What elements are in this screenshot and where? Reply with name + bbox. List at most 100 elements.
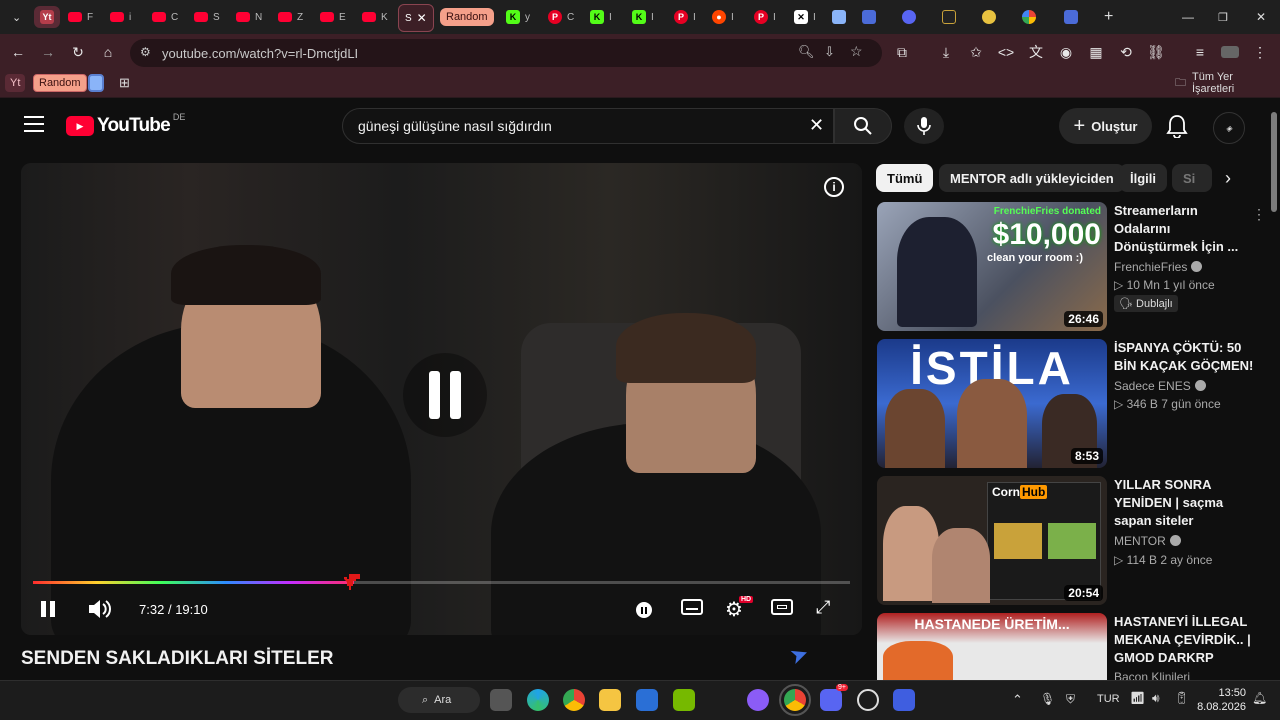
translate-button[interactable]: 文 <box>1026 42 1046 62</box>
suggestion-thumbnail[interactable]: HASTANEDE ÜRETİM... <box>877 613 1107 680</box>
task-view-icon[interactable] <box>490 689 512 711</box>
avatar[interactable]: ◈ <box>1213 112 1245 144</box>
hamburger-menu-icon[interactable] <box>24 116 44 132</box>
suggestion-thumbnail[interactable]: FrenchieFries donated $10,000 clean your… <box>877 202 1107 331</box>
tab-youtube-6[interactable]: Z <box>272 6 309 28</box>
extensions-button[interactable]: ⧉ <box>892 42 912 62</box>
tab-discord[interactable] <box>896 6 922 28</box>
notifications-button[interactable] <box>1166 114 1188 143</box>
history-button[interactable]: ⟲ <box>1116 42 1136 62</box>
chips-next-button[interactable]: › <box>1212 164 1244 192</box>
suggestion-menu-icon[interactable]: ⋮ <box>1252 206 1266 223</box>
taskbar-search[interactable]: ⌕ Ara <box>398 687 480 713</box>
clock[interactable]: 13:50 8.08.2026 <box>1196 686 1246 714</box>
tab-youtube-5[interactable]: N <box>230 6 268 28</box>
suggestion-channel[interactable]: FrenchieFries <box>1114 260 1203 274</box>
link-button[interactable]: ⛓ <box>1146 42 1166 62</box>
pause-button[interactable] <box>41 601 55 617</box>
steam-icon[interactable] <box>857 689 879 711</box>
zoom-icon[interactable]: 🔍︎ <box>798 44 815 60</box>
start-button[interactable] <box>364 688 386 710</box>
all-bookmarks-button[interactable]: 🗀 Tüm Yer İşaretleri <box>1170 71 1280 95</box>
chrome-icon[interactable] <box>563 689 585 711</box>
tab-youtube-7[interactable]: E <box>314 6 352 28</box>
tab-x[interactable]: ✕ I <box>788 6 822 28</box>
create-button[interactable]: + Oluştur <box>1059 108 1152 144</box>
bookmark-folder-icon[interactable] <box>88 74 104 92</box>
tab-pinned-yt[interactable]: Yt <box>34 6 60 28</box>
install-app-icon[interactable]: ⇩ <box>824 44 835 60</box>
page-scrollbar-thumb[interactable] <box>1271 112 1277 212</box>
discord-icon[interactable]: 9+ <box>820 684 848 711</box>
clear-search-icon[interactable]: ✕ <box>809 115 824 136</box>
site-info-icon[interactable]: ⚙ <box>140 45 151 59</box>
suggestion-thumbnail[interactable]: Corn Hub 20:54 <box>877 476 1107 605</box>
volume-tray-icon[interactable]: 🔊︎ <box>1152 691 1160 706</box>
theater-mode-button[interactable] <box>771 599 793 615</box>
suggestion-title[interactable]: Streamerların Odalarını Dönüştürmek İçin… <box>1114 202 1254 256</box>
dino-scrubber-handle[interactable] <box>344 573 364 591</box>
back-button[interactable]: ← <box>8 42 28 62</box>
suggestion-channel[interactable]: Sadece ENES <box>1114 379 1206 393</box>
tab-youtube-2[interactable]: i <box>104 6 137 28</box>
suggestion-title[interactable]: İSPANYA ÇÖKTÜ: 50 BİN KAÇAK GÖÇMEN! <box>1114 339 1254 375</box>
bookmark-star-icon[interactable]: ☆ <box>850 43 863 60</box>
reload-button[interactable]: ↻ <box>68 42 88 62</box>
edge-icon[interactable] <box>527 689 549 711</box>
suggestion-title[interactable]: YILLAR SONRA YENİDEN | saçma sapan sitel… <box>1114 476 1254 530</box>
tab-generic-5[interactable] <box>1058 6 1084 28</box>
close-window-button[interactable]: ✕ <box>1250 6 1272 28</box>
youtube-logo[interactable]: ▶ YouTube DE <box>66 112 185 137</box>
tray-overflow-icon[interactable]: ⌃ <box>1012 692 1023 708</box>
chip-all[interactable]: Tümü <box>876 164 934 192</box>
tab-generic-3[interactable] <box>936 6 962 28</box>
video-player[interactable]: i 7:32 / 19:10 ⚙ HD ⤢ <box>21 163 862 635</box>
tab-search-button[interactable]: ⌄ <box>6 6 27 28</box>
tab-group-random[interactable]: Random <box>440 8 494 26</box>
voice-search-button[interactable] <box>904 108 944 144</box>
tab-generic-4[interactable] <box>976 6 1002 28</box>
address-bar[interactable]: ⚙ youtube.com/watch?v=rl-DmctjdLI 🔍︎ ⇩ ☆ <box>130 39 882 67</box>
search-input[interactable]: güneşi gülüşüne nasıl sığdırdın ✕ <box>342 108 834 144</box>
microphone-tray-icon[interactable]: 🎙︎ <box>1040 692 1055 706</box>
bookmarks-button[interactable]: ✩ <box>966 42 986 62</box>
restore-button[interactable]: ❐ <box>1212 6 1234 28</box>
downloads-button[interactable]: ⤓ <box>936 42 956 62</box>
devtools-button[interactable]: <> <box>996 42 1016 62</box>
chip-related[interactable]: İlgili <box>1119 164 1167 192</box>
fullscreen-button[interactable]: ⤢ <box>816 597 830 618</box>
outlook-icon[interactable] <box>636 689 658 711</box>
subtitles-button[interactable] <box>681 599 703 615</box>
chrome-active-icon[interactable] <box>779 684 811 716</box>
tab-kick-1[interactable]: Ky <box>500 6 536 28</box>
tab-pinterest-1[interactable]: PC <box>542 6 580 28</box>
autoplay-toggle[interactable] <box>636 602 652 618</box>
tab-kick-3[interactable]: KI <box>626 6 660 28</box>
tab-youtube-4[interactable]: S <box>188 6 226 28</box>
home-button[interactable]: ⌂ <box>98 42 118 62</box>
bookmark-yt[interactable]: Yt <box>5 74 26 92</box>
notifications-tray-icon[interactable]: 🔔︎ <box>1252 691 1267 705</box>
forward-button[interactable]: → <box>38 42 58 62</box>
volume-button[interactable] <box>87 598 111 625</box>
language-indicator[interactable]: TUR <box>1097 693 1120 705</box>
tab-youtube-8[interactable]: K <box>356 6 394 28</box>
new-tab-button[interactable]: + <box>1098 6 1119 28</box>
security-tray-icon[interactable]: ⛨ <box>1066 692 1075 707</box>
tab-kick-2[interactable]: KI <box>584 6 618 28</box>
tab-youtube-1[interactable]: F <box>62 6 99 28</box>
apps-grid-icon[interactable]: ⊞ <box>114 74 135 92</box>
app-icon[interactable] <box>747 689 769 711</box>
tab-youtube-3[interactable]: C <box>146 6 184 28</box>
browser-menu-button[interactable]: ⋮ <box>1250 42 1270 62</box>
suggestion-channel[interactable]: MENTOR <box>1114 534 1181 548</box>
tab-reddit[interactable]: ● I <box>706 6 740 28</box>
center-pause-icon[interactable] <box>403 353 487 437</box>
tab-search-button[interactable]: ▦ <box>1086 42 1106 62</box>
bookmark-random[interactable]: Random <box>33 74 87 92</box>
search-button[interactable] <box>834 108 892 144</box>
wifi-icon[interactable]: 📶︎ <box>1130 691 1145 705</box>
tab-pinterest-2[interactable]: PI <box>668 6 702 28</box>
app-icon[interactable] <box>893 689 915 711</box>
profile-button[interactable] <box>1220 42 1240 62</box>
